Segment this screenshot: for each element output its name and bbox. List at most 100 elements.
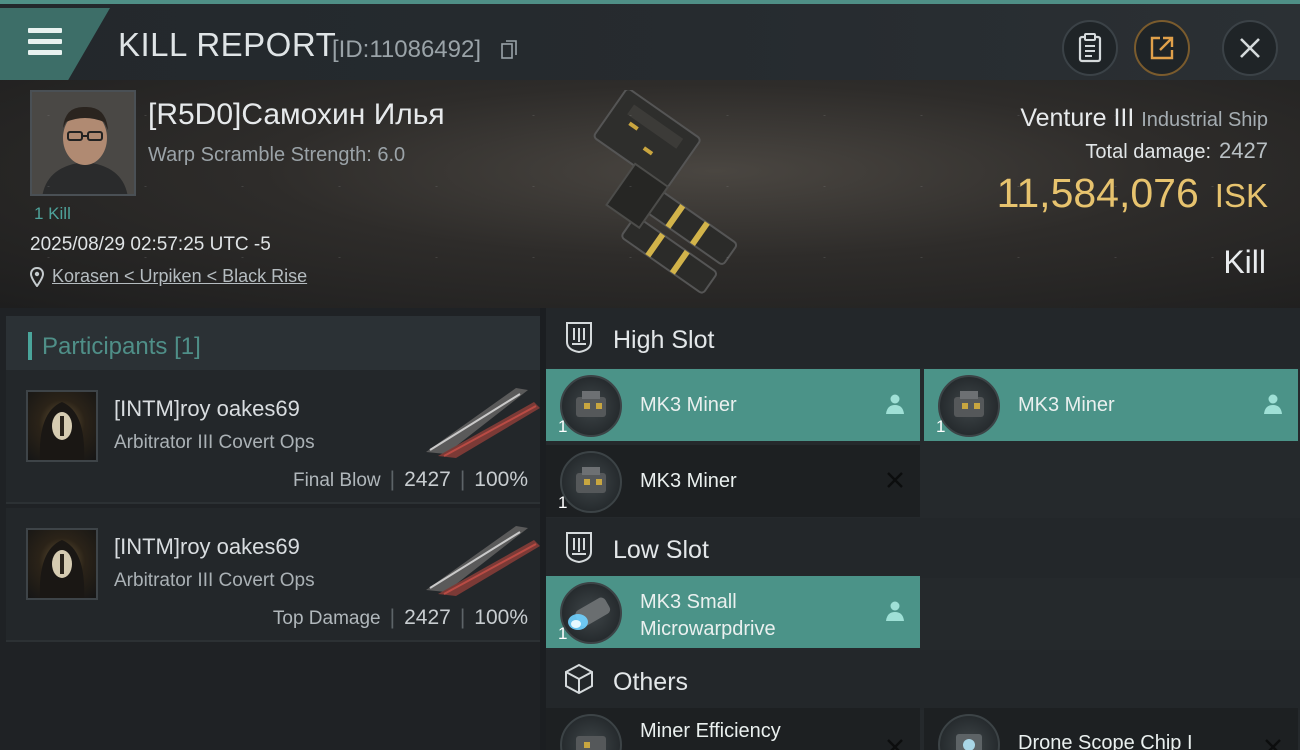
module-quantity: 1 <box>558 493 568 512</box>
participants-label: Participants <box>42 333 168 360</box>
warp-scramble-strength: Warp Scramble Strength: 6.0 <box>148 144 406 166</box>
module-name: Miner Efficiency <box>640 720 781 742</box>
participant-row[interactable]: [INTM]roy oakes69 Arbitrator III Covert … <box>6 508 540 642</box>
participant-name[interactable]: [INTM]roy oakes69 <box>114 534 300 560</box>
miner-icon <box>576 736 606 750</box>
participant-row[interactable]: [INTM]roy oakes69 Arbitrator III Covert … <box>6 370 540 504</box>
copy-icon[interactable] <box>501 40 517 60</box>
participants-panel: Participants [1] [INTM]roy oakes69 Arbit… <box>0 308 540 750</box>
participant-percent: 100% <box>474 606 528 629</box>
header-accent-bar <box>28 332 32 360</box>
module-slot[interactable]: 1 MK3 Miner <box>546 369 920 441</box>
victim-portrait[interactable] <box>30 90 136 196</box>
x-icon <box>887 472 903 488</box>
module-slot[interactable]: 1 MK3 Small Microwarpdrive <box>546 576 920 648</box>
miner-icon <box>576 391 606 417</box>
participant-ship: Arbitrator III Covert Ops <box>114 432 315 453</box>
total-damage: Total damage: 2427 <box>1085 138 1268 164</box>
pilot-icon <box>886 601 904 621</box>
ship-class: Industrial Ship <box>1141 109 1268 131</box>
total-damage-label: Total damage: <box>1085 141 1212 163</box>
menu-icon <box>28 28 62 33</box>
stat-separator: | <box>459 468 466 491</box>
module-name: MK3 Miner <box>640 470 737 492</box>
high-slot-label: High Slot <box>613 326 715 354</box>
module-name: MK3 Miner <box>640 394 737 416</box>
miner-icon <box>954 391 984 417</box>
clipboard-button[interactable] <box>1062 20 1118 76</box>
ship-name-text: Venture III <box>1020 104 1135 132</box>
miner-module-icon <box>560 451 622 513</box>
participant-percent: 100% <box>474 468 528 491</box>
victim-avatar <box>32 92 134 194</box>
module-quantity: 1 <box>558 417 568 436</box>
participant-tag: Top Damage <box>272 608 381 629</box>
participant-tag: Final Blow <box>292 470 381 491</box>
module-name-line2: Microwarpdrive <box>640 618 776 640</box>
kill-datetime: 2025/08/29 02:57:25 UTC -5 <box>30 234 271 255</box>
others-label: Others <box>613 668 689 696</box>
pilot-icon <box>1264 394 1282 414</box>
page-title: KILL REPORT <box>118 26 337 63</box>
participant-ship-image <box>426 388 540 458</box>
kill-summary: [R5D0]Самохин Илья Warp Scramble Strengt… <box>0 80 1300 308</box>
stat-separator: | <box>389 606 396 629</box>
participant-ship-image <box>426 526 540 596</box>
participant-stats: Top Damage | 2427 | 100% <box>273 606 528 630</box>
others-header: Others <box>546 650 1300 710</box>
hooded-pilot-avatar <box>39 402 85 460</box>
participant-stats: Final Blow | 2427 | 100% <box>293 468 528 492</box>
participant-name[interactable]: [INTM]roy oakes69 <box>114 396 300 422</box>
miner-module-icon <box>560 375 622 437</box>
menu-icon-bar <box>28 50 62 55</box>
victim-ship-image <box>593 90 738 294</box>
victim-pilot-name[interactable]: [R5D0]Самохин Илья <box>148 98 445 132</box>
low-slot-icon <box>566 532 592 564</box>
chip-icon <box>956 734 982 750</box>
module-slot[interactable]: 1 MK3 Miner <box>924 369 1298 441</box>
close-icon <box>1240 38 1260 58</box>
microwarpdrive-icon <box>568 597 611 630</box>
location-link[interactable]: Korasen < Urpiken < Black Rise <box>30 266 307 287</box>
menu-button[interactable] <box>0 8 110 80</box>
participant-avatar <box>26 390 98 462</box>
kill-count: 1 Kill <box>34 204 71 223</box>
module-slot[interactable]: Miner Efficiency <box>546 708 920 750</box>
drone-scope-chip-icon <box>938 714 1000 750</box>
low-slot-header: Low Slot <box>546 518 1300 578</box>
participant-ship: Arbitrator III Covert Ops <box>114 570 315 591</box>
microwarpdrive-module-icon <box>560 582 622 644</box>
fitting-panel: High Slot 1 MK3 Miner 1 MK3 Miner 1 MK3 … <box>546 308 1300 750</box>
stat-separator: | <box>389 468 396 491</box>
isk-value: 11,584,076 ISK <box>997 170 1268 217</box>
high-slot-header: High Slot <box>546 308 1300 368</box>
module-quantity: 1 <box>936 417 946 436</box>
participants-title: Participants [1] <box>42 333 201 361</box>
participants-header: Participants [1] <box>6 316 540 374</box>
module-name: MK3 Miner <box>1018 394 1115 416</box>
participants-count: [1] <box>174 333 201 360</box>
close-button[interactable] <box>1222 20 1278 76</box>
stat-separator: | <box>459 606 466 629</box>
menu-icon-bar <box>28 39 62 44</box>
high-slot-icon <box>566 322 592 354</box>
outcome-label: Kill <box>1223 244 1266 280</box>
isk-amount: 11,584,076 <box>996 170 1199 216</box>
export-button[interactable] <box>1134 20 1190 76</box>
cube-icon <box>565 663 593 695</box>
victim-ship-name[interactable]: Venture III Industrial Ship <box>1020 104 1268 133</box>
report-id: [ID:11086492] <box>332 36 482 63</box>
export-icon <box>1150 36 1174 60</box>
low-slot-label: Low Slot <box>613 536 709 564</box>
module-name: Drone Scope Chip I <box>1018 732 1193 750</box>
top-bar: KILL REPORT [ID:11086492] <box>0 0 1300 80</box>
hooded-pilot-avatar <box>39 540 85 598</box>
miner-efficiency-icon <box>560 714 622 750</box>
location-pin-icon <box>30 266 44 287</box>
x-icon <box>1265 739 1281 750</box>
miner-module-icon <box>938 375 1000 437</box>
module-slot[interactable]: 1 MK3 Miner <box>546 445 920 517</box>
module-name: MK3 Small Microwarpdrive <box>640 589 776 643</box>
clipboard-icon <box>1078 33 1102 63</box>
module-slot[interactable]: Drone Scope Chip I <box>924 708 1298 750</box>
